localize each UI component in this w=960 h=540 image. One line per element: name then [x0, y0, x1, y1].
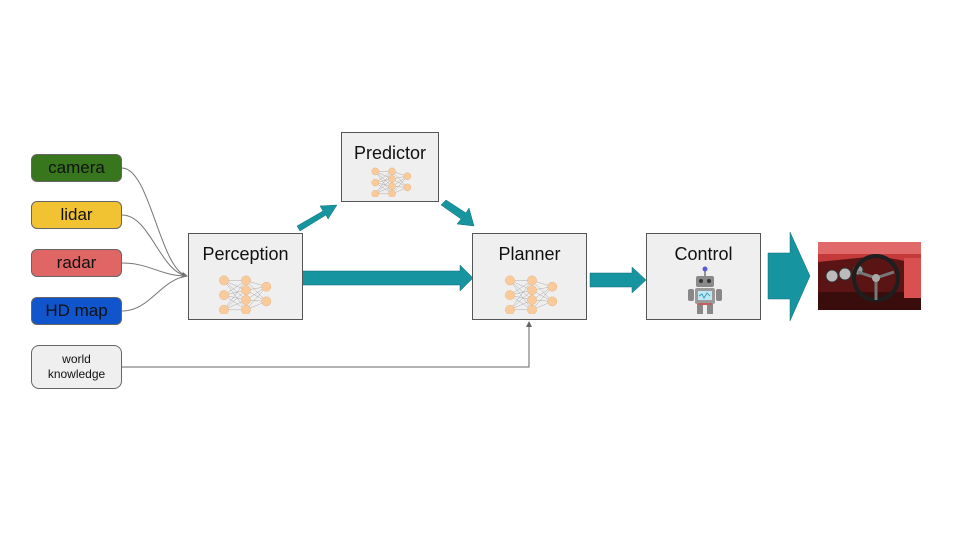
- nn-node: [261, 281, 272, 292]
- nn-node: [241, 304, 251, 314]
- input-hd-map-label: HD map: [45, 301, 108, 320]
- arrow-planner-to-control: [589, 266, 647, 294]
- input-radar: radar: [31, 249, 122, 277]
- input-camera-label: camera: [48, 158, 105, 177]
- nn-node: [505, 290, 515, 300]
- nn-node: [241, 295, 251, 305]
- nn-node: [547, 281, 558, 292]
- nn-node: [371, 190, 380, 197]
- neural-network-icon: [219, 275, 272, 314]
- neural-network-icon: [371, 167, 412, 197]
- nn-node: [547, 296, 558, 307]
- nn-node: [505, 275, 515, 286]
- nn-node: [527, 275, 537, 286]
- nn-node: [527, 295, 537, 305]
- nn-node: [219, 290, 229, 300]
- nn-node: [219, 304, 229, 314]
- input-radar-label: radar: [56, 253, 97, 272]
- nn-node: [388, 190, 396, 197]
- nn-node: [371, 167, 380, 176]
- nn-node: [388, 175, 396, 183]
- nn-node: [241, 285, 251, 296]
- arrow-perception-to-planner: [300, 264, 474, 292]
- module-perception-title: Perception: [202, 244, 289, 264]
- nn-node: [403, 183, 412, 192]
- input-world-knowledge-label: world knowledge: [47, 352, 106, 381]
- nn-node: [241, 275, 251, 286]
- connector-camera: [121, 167, 188, 278]
- nn-node: [527, 304, 537, 314]
- module-planner-title: Planner: [498, 244, 561, 264]
- steering-wheel-icon: [818, 242, 921, 310]
- connector-lidar: [121, 214, 188, 277]
- connector-world-knowledge: [122, 321, 532, 368]
- vehicle-dashboard-image: [818, 242, 921, 310]
- input-lidar-label: lidar: [60, 205, 93, 224]
- module-predictor: Predictor: [341, 132, 439, 202]
- nn-node: [388, 182, 396, 191]
- neural-network-icon: [505, 275, 558, 314]
- nn-node: [527, 285, 537, 296]
- module-perception: Perception: [188, 233, 303, 320]
- nn-node: [261, 296, 272, 307]
- connector-hdmap: [121, 275, 188, 312]
- arrow-predictor-to-planner: [440, 199, 475, 227]
- robot-icon: [688, 266, 722, 314]
- arrow-perception-to-predictor: [296, 204, 338, 232]
- module-control-title: Control: [674, 244, 733, 264]
- input-world-knowledge: world knowledge: [31, 345, 122, 389]
- input-camera: camera: [31, 154, 122, 182]
- module-control: Control: [646, 233, 761, 320]
- nn-node: [371, 178, 380, 187]
- input-lidar: lidar: [31, 201, 122, 229]
- nn-node: [219, 275, 229, 286]
- module-predictor-title: Predictor: [353, 143, 427, 163]
- arrow-control-to-vehicle: [767, 231, 811, 322]
- nn-node: [403, 172, 412, 180]
- nn-node: [388, 167, 396, 176]
- nn-node: [505, 304, 515, 314]
- input-hd-map: HD map: [31, 297, 122, 325]
- module-planner: Planner: [472, 233, 587, 320]
